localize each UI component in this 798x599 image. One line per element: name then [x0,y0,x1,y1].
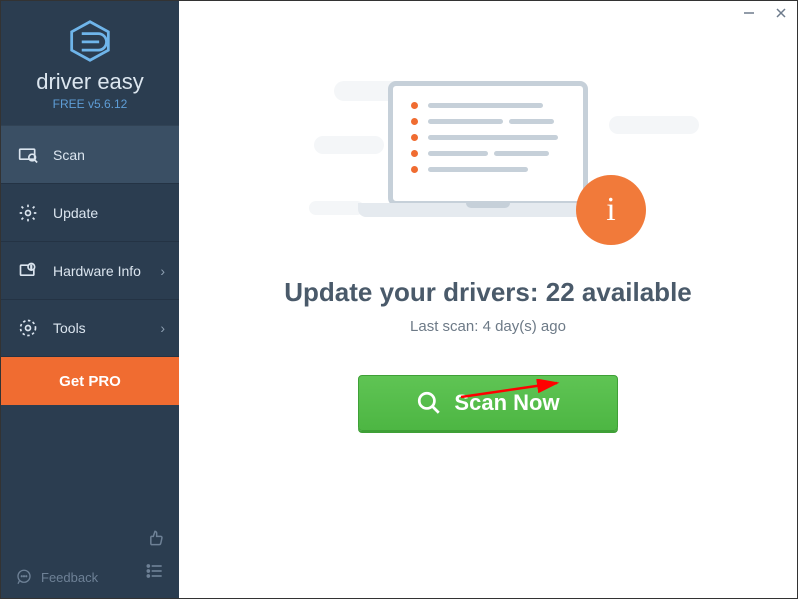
info-badge-icon: i [576,175,646,245]
gear-icon [17,202,39,224]
available-count: 22 [546,277,575,307]
nav-item-update[interactable]: Update [1,183,179,241]
headline-suffix: available [575,277,692,307]
brand-block: driver easy FREE v5.6.12 [1,1,179,125]
brand-version: FREE v5.6.12 [53,97,128,111]
headline-prefix: Update your drivers: [284,277,546,307]
feedback-label: Feedback [41,570,98,585]
chevron-right-icon: › [160,263,165,279]
nav-label: Scan [53,147,85,163]
decor [309,201,364,215]
tools-icon [17,317,39,339]
brand-name: driver easy [36,69,144,95]
nav-item-tools[interactable]: Tools › [1,299,179,357]
nav-label: Tools [53,320,86,336]
nav-label: Hardware Info [53,263,141,279]
thumbs-up-icon[interactable] [145,528,165,553]
nav-label: Update [53,205,98,221]
hardware-icon: i [17,260,39,282]
decor [609,116,699,134]
main-panel: i Update your drivers: 22 available Last… [179,1,797,598]
scan-now-label: Scan Now [454,390,559,416]
svg-text:i: i [31,265,32,271]
headline: Update your drivers: 22 available [284,277,692,308]
search-icon [416,390,442,416]
scan-icon [17,144,39,166]
feedback-icon [15,568,33,586]
chevron-right-icon: › [160,320,165,336]
sidebar: driver easy FREE v5.6.12 Scan [1,1,179,598]
get-pro-button[interactable]: Get PRO [1,357,179,405]
last-scan-text: Last scan: 4 day(s) ago [410,318,566,335]
minimize-button[interactable] [733,1,765,25]
scan-now-button[interactable]: Scan Now [358,375,618,431]
nav: Scan Update i [1,125,179,357]
feedback-button[interactable]: Feedback [15,568,98,586]
list-icon[interactable] [145,561,165,586]
logo-icon [68,19,112,63]
close-button[interactable] [765,1,797,25]
nav-item-hardware[interactable]: i Hardware Info › [1,241,179,299]
laptop-illustration: i [358,81,618,241]
nav-item-scan[interactable]: Scan [1,125,179,183]
get-pro-label: Get PRO [59,373,121,390]
